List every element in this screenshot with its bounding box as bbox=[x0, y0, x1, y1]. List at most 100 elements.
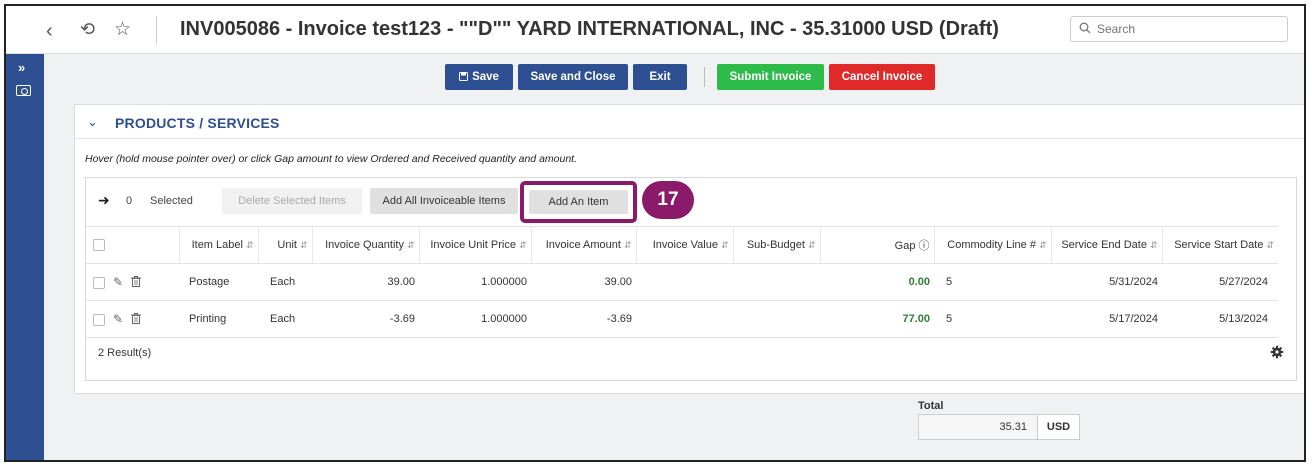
cell-invoice-value bbox=[636, 263, 733, 301]
cell-unit: Each bbox=[258, 263, 312, 301]
table-header-row: Item Label ⇵ Unit ⇵ Invoice Quantity ⇵ Invo… bbox=[86, 226, 1278, 264]
submit-invoice-button[interactable]: Submit Invoice bbox=[717, 64, 824, 90]
row-actions-cell: ✎ bbox=[86, 300, 179, 338]
cell-service-end-date: 5/17/2024 bbox=[1051, 300, 1162, 338]
column-header[interactable]: Invoice Quantity ⇵ bbox=[312, 226, 420, 264]
gap-column-header[interactable]: Gap ⓘ bbox=[820, 226, 935, 264]
sort-icon: ⇵ bbox=[299, 240, 308, 250]
search-icon bbox=[1079, 22, 1091, 34]
cell-invoice-quantity: -3.69 bbox=[312, 300, 419, 338]
cell-gap[interactable]: 0.00 bbox=[820, 263, 934, 301]
camera-icon[interactable] bbox=[16, 85, 31, 96]
selected-count: 0 bbox=[126, 195, 133, 207]
column-header[interactable]: Sub-Budget ⇵ bbox=[733, 226, 821, 264]
chevron-left-icon[interactable]: ‹ bbox=[46, 20, 53, 43]
table-row[interactable]: ✎ Printing Each -3.69 1.000000 -3.69 77.00 5 5/1… bbox=[86, 300, 1278, 338]
title-divider bbox=[156, 16, 157, 44]
sort-icon: ⇵ bbox=[518, 240, 527, 250]
add-all-invoiceable-items-button[interactable]: Add All Invoiceable Items bbox=[370, 188, 518, 214]
column-header[interactable]: Invoice Value ⇵ bbox=[636, 226, 734, 264]
search-box[interactable] bbox=[1070, 16, 1288, 42]
delete-selected-items-button[interactable]: Delete Selected Items bbox=[222, 188, 362, 214]
sort-icon: ⇵ bbox=[1266, 240, 1274, 250]
pencil-icon[interactable]: ✎ bbox=[113, 275, 123, 289]
save-icon bbox=[459, 72, 469, 81]
column-header[interactable]: Service End Date ⇵ bbox=[1051, 226, 1163, 264]
cell-unit: Each bbox=[258, 300, 312, 338]
title-bar: ‹ ⟲ ☆ INV005086 - Invoice test123 - ""D"… bbox=[6, 6, 1304, 54]
line-items-grid: ➜ 0 Selected Delete Selected Items Add A… bbox=[85, 177, 1297, 381]
column-header[interactable]: Commodity Line # ⇵ bbox=[934, 226, 1052, 264]
grid-toolbar: ➜ 0 Selected Delete Selected Items Add A… bbox=[86, 178, 1296, 226]
products-services-panel: ⌄ PRODUCTS / SERVICES Hover (hold mouse … bbox=[74, 104, 1304, 394]
column-header[interactable]: Unit ⇵ bbox=[258, 226, 313, 264]
main-content: Save Save and Close Exit Submit Invoice … bbox=[44, 54, 1304, 460]
save-button[interactable]: Save bbox=[445, 64, 513, 90]
info-icon[interactable]: ⓘ bbox=[919, 240, 930, 252]
gear-icon[interactable] bbox=[1270, 345, 1284, 359]
cell-service-end-date: 5/31/2024 bbox=[1051, 263, 1162, 301]
cell-invoice-quantity: 39.00 bbox=[312, 263, 419, 301]
column-header[interactable]: Service Start Date ⇵ bbox=[1162, 226, 1278, 264]
annotation-step-badge: 17 bbox=[642, 181, 694, 219]
pencil-icon[interactable]: ✎ bbox=[113, 312, 123, 326]
cell-invoice-unit-price: 1.000000 bbox=[419, 300, 531, 338]
chevron-down-icon[interactable]: ⌄ bbox=[87, 114, 98, 130]
sidebar: » bbox=[6, 54, 44, 460]
sort-icon: ⇵ bbox=[807, 240, 816, 250]
row-checkbox[interactable] bbox=[93, 277, 105, 290]
grid-footer: 2 Result(s) bbox=[86, 338, 1296, 368]
sort-icon: ⇵ bbox=[1038, 240, 1047, 250]
sort-icon: ⇵ bbox=[245, 240, 254, 250]
save-and-close-button[interactable]: Save and Close bbox=[518, 64, 628, 90]
trash-icon[interactable] bbox=[131, 275, 142, 287]
search-input[interactable] bbox=[1097, 20, 1282, 38]
sort-icon: ⇵ bbox=[720, 240, 729, 250]
save-label: Save bbox=[472, 71, 499, 83]
toolbar-divider bbox=[704, 67, 705, 87]
sort-icon: ⇵ bbox=[623, 240, 632, 250]
cell-gap[interactable]: 77.00 bbox=[820, 300, 934, 338]
cell-commodity-line: 5 bbox=[934, 300, 1051, 338]
section-title: PRODUCTS / SERVICES bbox=[115, 115, 280, 131]
cell-item-label: Postage bbox=[179, 263, 258, 301]
exit-button[interactable]: Exit bbox=[633, 64, 687, 90]
cell-sub-budget bbox=[733, 263, 820, 301]
selected-label: Selected bbox=[150, 195, 193, 207]
cell-invoice-amount: 39.00 bbox=[531, 263, 636, 301]
cell-item-label: Printing bbox=[179, 300, 258, 338]
annotation-highlight-box bbox=[520, 181, 637, 223]
cancel-invoice-button[interactable]: Cancel Invoice bbox=[829, 64, 935, 90]
app-window: ‹ ⟲ ☆ INV005086 - Invoice test123 - ""D"… bbox=[4, 4, 1306, 462]
row-checkbox[interactable] bbox=[93, 314, 105, 327]
cell-service-start-date: 5/27/2024 bbox=[1162, 263, 1278, 301]
cell-commodity-line: 5 bbox=[934, 263, 1051, 301]
cell-invoice-amount: -3.69 bbox=[531, 300, 636, 338]
table-row[interactable]: ✎ Postage Each 39.00 1.000000 39.00 0.00 5 5/31/… bbox=[86, 263, 1278, 301]
sort-icon: ⇵ bbox=[1149, 240, 1158, 250]
trash-icon[interactable] bbox=[131, 312, 142, 324]
total-label: Total bbox=[918, 400, 944, 412]
section-header[interactable]: ⌄ PRODUCTS / SERVICES bbox=[75, 105, 1304, 139]
total-currency: USD bbox=[1038, 414, 1080, 440]
column-header[interactable]: Invoice Amount ⇵ bbox=[531, 226, 637, 264]
cell-invoice-unit-price: 1.000000 bbox=[419, 263, 531, 301]
column-header[interactable]: Item Label ⇵ bbox=[179, 226, 259, 264]
action-toolbar: Save Save and Close Exit Submit Invoice … bbox=[44, 54, 1304, 100]
header-select-all bbox=[86, 226, 180, 264]
star-icon[interactable]: ☆ bbox=[114, 18, 131, 41]
gap-hint-text: Hover (hold mouse pointer over) or click… bbox=[85, 153, 578, 165]
page-title: INV005086 - Invoice test123 - ""D"" YARD… bbox=[180, 18, 999, 40]
column-header[interactable]: Invoice Unit Price ⇵ bbox=[419, 226, 532, 264]
cell-sub-budget bbox=[733, 300, 820, 338]
cell-service-start-date: 5/13/2024 bbox=[1162, 300, 1278, 338]
history-icon[interactable]: ⟲ bbox=[80, 19, 95, 40]
total-amount: 35.31 bbox=[918, 414, 1038, 440]
expand-arrow-icon[interactable]: ➜ bbox=[98, 192, 110, 209]
result-count: 2 Result(s) bbox=[98, 347, 152, 359]
select-all-checkbox[interactable] bbox=[93, 239, 105, 252]
line-items-table: Item Label ⇵ Unit ⇵ Invoice Quantity ⇵ Invo… bbox=[86, 226, 1278, 338]
row-actions-cell: ✎ bbox=[86, 263, 179, 301]
expand-icon[interactable]: » bbox=[18, 60, 25, 75]
cell-invoice-value bbox=[636, 300, 733, 338]
